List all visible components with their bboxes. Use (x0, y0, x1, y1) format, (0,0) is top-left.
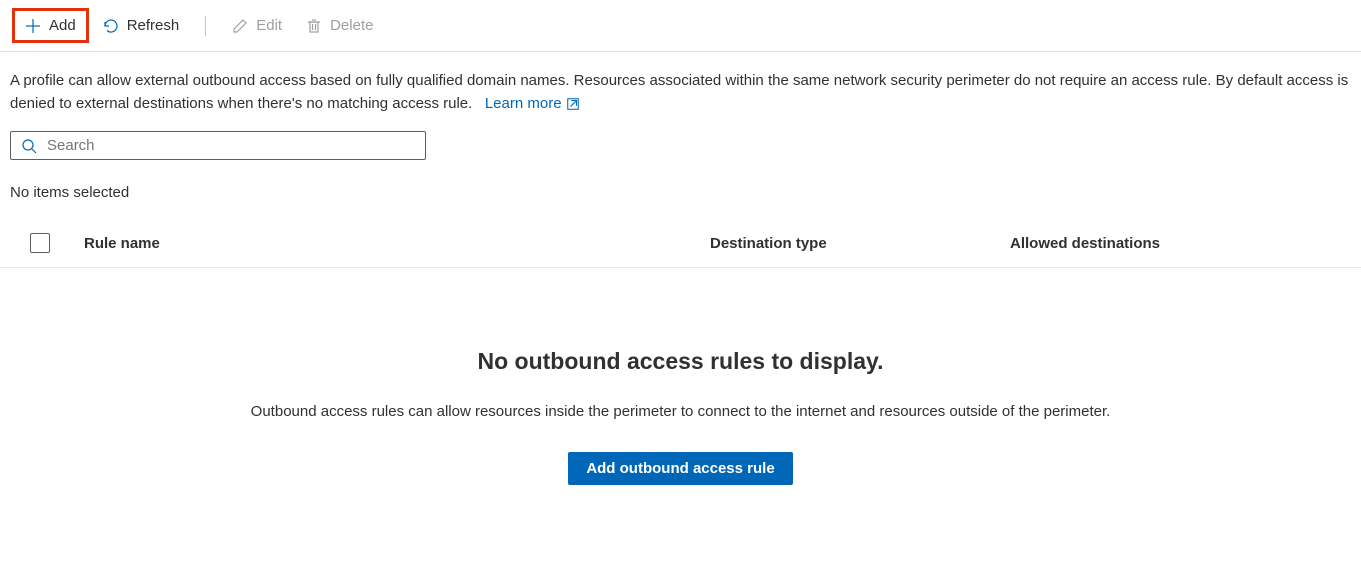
column-destination-type[interactable]: Destination type (710, 235, 1010, 252)
external-link-icon (566, 97, 580, 111)
empty-state-title: No outbound access rules to display. (20, 348, 1341, 375)
edit-icon (232, 18, 248, 34)
column-rule-name[interactable]: Rule name (70, 235, 710, 252)
refresh-icon (103, 18, 119, 34)
search-icon (21, 138, 37, 154)
toolbar-separator (205, 16, 206, 36)
refresh-button[interactable]: Refresh (93, 11, 190, 40)
edit-button-label: Edit (256, 17, 282, 34)
empty-state: No outbound access rules to display. Out… (0, 268, 1361, 525)
selection-status: No items selected (0, 176, 1361, 219)
add-button-label: Add (49, 17, 76, 34)
description-text: A profile can allow external outbound ac… (0, 52, 1361, 131)
select-all-checkbox[interactable] (30, 233, 50, 253)
delete-button[interactable]: Delete (296, 11, 383, 40)
delete-icon (306, 18, 322, 34)
search-input[interactable] (47, 137, 415, 154)
learn-more-link[interactable]: Learn more (485, 93, 580, 116)
delete-button-label: Delete (330, 17, 373, 34)
refresh-button-label: Refresh (127, 17, 180, 34)
add-button-highlight: Add (12, 8, 89, 43)
select-all-cell (10, 233, 70, 253)
column-allowed-destinations[interactable]: Allowed destinations (1010, 235, 1351, 252)
plus-icon (25, 18, 41, 34)
empty-state-subtitle: Outbound access rules can allow resource… (20, 403, 1341, 420)
description-body: A profile can allow external outbound ac… (10, 72, 1348, 112)
add-outbound-rule-button[interactable]: Add outbound access rule (568, 452, 792, 485)
search-box[interactable] (10, 131, 426, 160)
rules-table: Rule name Destination type Allowed desti… (0, 219, 1361, 268)
toolbar: Add Refresh Edit Delete (0, 0, 1361, 52)
learn-more-label: Learn more (485, 93, 562, 116)
add-button[interactable]: Add (15, 11, 86, 40)
edit-button[interactable]: Edit (222, 11, 292, 40)
table-header: Rule name Destination type Allowed desti… (0, 219, 1361, 268)
